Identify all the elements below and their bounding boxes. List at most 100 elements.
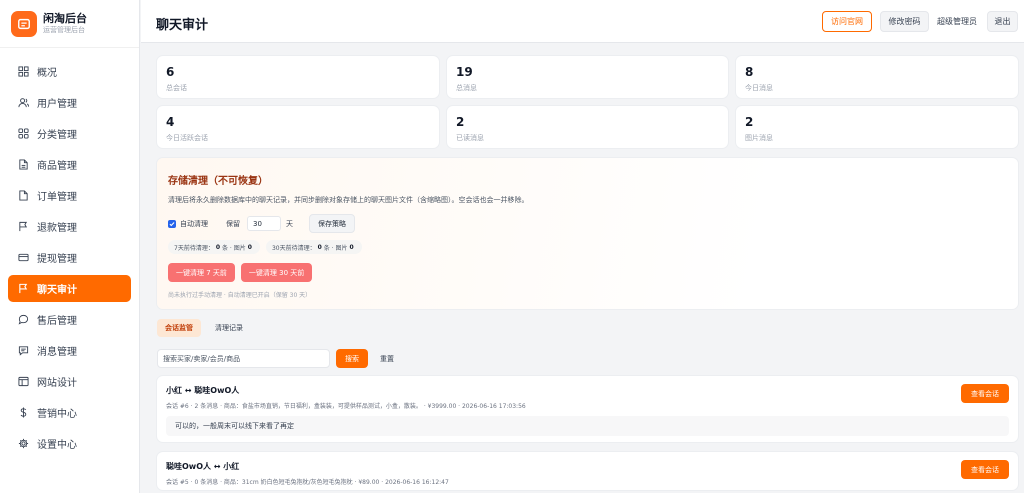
stat-value: 19 xyxy=(456,65,473,79)
stat-label: 已读消息 xyxy=(456,134,484,142)
pending-label: 7天前待清理： xyxy=(174,244,214,252)
keep-days-unit: 天 xyxy=(286,219,293,228)
stat-card-total-messages: 19 总消息 xyxy=(447,56,728,98)
search-row: 搜索买家/卖家/会员/商品 搜索 重置 xyxy=(157,349,402,368)
conversation-participants: 小红 ↔ 聪哇OwO人 xyxy=(166,386,240,395)
sidebar-item-after-sales[interactable]: 售后管理 xyxy=(8,306,131,333)
storage-title: 存储清理（不可恢复） xyxy=(168,176,268,187)
stat-card-today-messages: 8 今日消息 xyxy=(736,56,1018,98)
sidebar-item-categories[interactable]: 分类管理 xyxy=(8,120,131,147)
grid-icon xyxy=(18,66,29,77)
keep-days-label: 保留 xyxy=(226,219,240,228)
view-conversation-button[interactable]: 查看会话 xyxy=(961,384,1009,403)
sidebar-item-label: 营销中心 xyxy=(37,409,77,420)
stat-card-total-sessions: 6 总会话 xyxy=(157,56,439,98)
layout-icon xyxy=(18,376,29,387)
chat-icon xyxy=(18,314,29,325)
stat-value: 8 xyxy=(745,65,754,79)
conversation-last-message: 可以的，一般周末可以线下来看了再定 xyxy=(166,416,1009,436)
sidebar-item-label: 订单管理 xyxy=(37,192,77,203)
sidebar-item-chat-audit[interactable]: 聊天审计 xyxy=(8,275,131,302)
brand-logo-icon xyxy=(11,10,37,37)
sidebar-item-label: 消息管理 xyxy=(37,347,77,358)
current-user-label: 超级管理员 xyxy=(937,17,977,26)
topbar: 聊天审计 访问官网 修改密码 超级管理员 退出 xyxy=(141,0,1024,43)
auto-clean-checkbox[interactable] xyxy=(168,219,176,228)
sidebar-item-refunds[interactable]: 退款管理 xyxy=(8,213,131,240)
pending-label: 30天前待清理： xyxy=(271,244,316,252)
stat-label: 总会话 xyxy=(166,84,187,92)
conversation-meta: 会话 #5 · 0 条消息 · 商品：31cm 奶白色短毛兔抱枕/灰色短毛兔抱枕… xyxy=(166,479,449,486)
check-icon xyxy=(169,221,175,226)
sidebar-item-messages[interactable]: 消息管理 xyxy=(8,337,131,364)
conversation-meta: 会话 #6 · 2 条消息 · 商品：食盐市场直销，节日福利，盒装装，可提供样品… xyxy=(166,403,526,410)
stat-label: 总消息 xyxy=(456,84,477,92)
sidebar-item-marketing[interactable]: 营销中心 xyxy=(8,399,131,426)
storage-description: 清理后将永久删除数据库中的聊天记录，并同步删除对象存储上的聊天图片文件（含缩略图… xyxy=(168,196,529,204)
tab-cleanup-records[interactable]: 清理记录 xyxy=(207,319,251,337)
brand-title: 闲淘后台 xyxy=(43,12,87,25)
reset-button[interactable]: 重置 xyxy=(372,349,402,368)
pending-7-days-badge: 7天前待清理： 0 条 · 图片 0 xyxy=(168,240,260,254)
save-policy-button[interactable]: 保存策略 xyxy=(309,214,355,233)
brand: 闲淘后台 运营管理后台 xyxy=(0,0,139,48)
view-conversation-button[interactable]: 查看会话 xyxy=(961,460,1009,479)
sidebar-item-users[interactable]: 用户管理 xyxy=(8,89,131,116)
brand-subtitle: 运营管理后台 xyxy=(43,26,85,34)
stat-label: 图片消息 xyxy=(745,134,773,142)
page-title: 聊天审计 xyxy=(156,18,209,33)
stat-label: 今日消息 xyxy=(745,84,773,92)
conversation-card: 聪哇OwO人 ↔ 小红 会话 #5 · 0 条消息 · 商品：31cm 奶白色短… xyxy=(157,452,1018,490)
tab-session-monitor[interactable]: 会话监管 xyxy=(157,319,201,337)
message-icon xyxy=(18,346,29,356)
stat-value: 4 xyxy=(166,115,175,129)
keep-days-input[interactable]: 30 xyxy=(247,216,281,231)
pending-count: 0 xyxy=(317,243,322,251)
stat-value: 6 xyxy=(166,65,175,79)
dollar-icon xyxy=(20,407,27,418)
pending-images: 0 xyxy=(349,243,354,251)
document-icon xyxy=(19,190,28,201)
clean-7-days-button[interactable]: 一键清理 7 天前 xyxy=(168,263,235,282)
pending-unit: 条 · 图片 xyxy=(222,244,246,252)
file-icon xyxy=(19,159,28,170)
sidebar-item-label: 分类管理 xyxy=(37,130,77,141)
sidebar-item-label: 商品管理 xyxy=(37,161,77,172)
sidebar: 闲淘后台 运营管理后台 概况 用户管理 分类管理 商品管理 订单管理 退款管理 xyxy=(0,0,140,493)
users-icon xyxy=(18,98,29,108)
change-password-button[interactable]: 修改密码 xyxy=(880,11,929,32)
flag-icon xyxy=(19,283,28,294)
cleanup-buttons: 一键清理 7 天前 一键清理 30 天前 xyxy=(168,263,318,282)
pending-cleanup-stats: 7天前待清理： 0 条 · 图片 0 30天前待清理： 0 条 · 图片 0 xyxy=(168,240,368,254)
sidebar-item-withdrawals[interactable]: 提现管理 xyxy=(8,244,131,271)
conversation-participants: 聪哇OwO人 ↔ 小红 xyxy=(166,462,240,471)
audit-tabs: 会话监管 清理记录 xyxy=(157,319,257,337)
stat-value: 2 xyxy=(745,115,754,129)
visit-site-button[interactable]: 访问官网 xyxy=(822,11,872,32)
sidebar-item-label: 聊天审计 xyxy=(37,285,77,296)
sidebar-item-label: 售后管理 xyxy=(37,316,77,327)
clean-30-days-button[interactable]: 一键清理 30 天前 xyxy=(240,263,313,282)
sidebar-item-overview[interactable]: 概况 xyxy=(8,58,131,85)
gear-icon xyxy=(18,438,29,449)
sidebar-item-label: 退款管理 xyxy=(37,223,77,234)
stat-value: 2 xyxy=(456,115,465,129)
sidebar-item-label: 设置中心 xyxy=(37,440,77,451)
stat-card-read-messages: 2 已读消息 xyxy=(447,106,728,148)
search-button[interactable]: 搜索 xyxy=(336,349,368,368)
stat-card-today-active: 4 今日活跃会话 xyxy=(157,106,439,148)
auto-clean-label: 自动清理 xyxy=(180,219,208,228)
conversation-card: 小红 ↔ 聪哇OwO人 会话 #6 · 2 条消息 · 商品：食盐市场直销，节日… xyxy=(157,376,1018,442)
sidebar-item-label: 提现管理 xyxy=(37,254,77,265)
sidebar-item-site-design[interactable]: 网站设计 xyxy=(8,368,131,395)
sidebar-item-products[interactable]: 商品管理 xyxy=(8,151,131,178)
sidebar-item-label: 网站设计 xyxy=(37,378,77,389)
pending-count: 0 xyxy=(215,243,221,251)
logout-button[interactable]: 退出 xyxy=(987,11,1018,32)
sidebar-item-orders[interactable]: 订单管理 xyxy=(8,182,131,209)
sidebar-item-label: 概况 xyxy=(37,68,57,79)
sidebar-item-settings[interactable]: 设置中心 xyxy=(8,430,131,457)
flag-icon xyxy=(19,221,28,232)
pending-images: 0 xyxy=(247,243,252,251)
search-input[interactable]: 搜索买家/卖家/会员/商品 xyxy=(157,349,330,368)
